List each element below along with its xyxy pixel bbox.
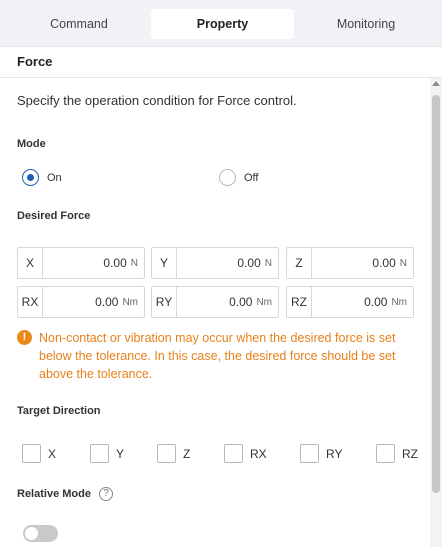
toggle-knob <box>25 527 38 540</box>
target-x-checkbox[interactable]: X <box>22 444 56 463</box>
checkbox-box <box>90 444 109 463</box>
force-y-field[interactable]: Y 0.00 N <box>151 247 279 279</box>
target-rx-checkbox[interactable]: RX <box>224 444 267 463</box>
force-z-input[interactable]: 0.00 <box>372 256 395 270</box>
field-axis-label: RY <box>152 287 177 317</box>
divider <box>0 77 442 78</box>
property-panel: Force Specify the operation condition fo… <box>0 46 442 547</box>
mode-label: Mode <box>17 138 46 150</box>
tab-property[interactable]: Property <box>151 9 294 39</box>
field-unit: N <box>264 257 272 269</box>
field-unit: Nm <box>391 296 407 308</box>
force-x-field[interactable]: X 0.00 N <box>17 247 145 279</box>
checkbox-label: RY <box>326 446 343 461</box>
target-z-checkbox[interactable]: Z <box>157 444 190 463</box>
target-rz-checkbox[interactable]: RZ <box>376 444 418 463</box>
field-axis-label: Z <box>287 248 312 278</box>
warning-icon: ! <box>17 330 32 345</box>
panel-title: Force <box>17 54 53 69</box>
checkbox-label: Z <box>183 446 191 461</box>
field-unit: Nm <box>256 296 272 308</box>
force-y-input[interactable]: 0.00 <box>237 256 260 270</box>
mode-off-radio[interactable]: Off <box>219 169 258 186</box>
checkbox-box <box>376 444 395 463</box>
force-rz-input[interactable]: 0.00 <box>364 295 387 309</box>
mode-on-radio[interactable]: On <box>22 169 62 186</box>
force-rx-field[interactable]: RX 0.00 Nm <box>17 286 145 318</box>
scroll-up-arrow-icon[interactable] <box>432 81 440 86</box>
field-unit: N <box>130 257 138 269</box>
tab-bar: Command Property Monitoring <box>0 0 442 46</box>
field-axis-label: X <box>18 248 43 278</box>
radio-unselected-icon <box>219 169 236 186</box>
force-z-field[interactable]: Z 0.00 N <box>286 247 414 279</box>
checkbox-label: RZ <box>402 446 418 461</box>
help-icon[interactable]: ? <box>99 487 113 501</box>
mode-off-label: Off <box>244 171 259 184</box>
desired-force-label: Desired Force <box>17 210 91 222</box>
target-y-checkbox[interactable]: Y <box>90 444 124 463</box>
checkbox-label: RX <box>250 446 267 461</box>
force-ry-input[interactable]: 0.00 <box>229 295 252 309</box>
field-unit: N <box>399 257 407 269</box>
field-axis-label: RZ <box>287 287 312 317</box>
warning-message: ! Non-contact or vibration may occur whe… <box>17 329 417 383</box>
target-ry-checkbox[interactable]: RY <box>300 444 342 463</box>
force-ry-field[interactable]: RY 0.00 Nm <box>151 286 279 318</box>
checkbox-box <box>300 444 319 463</box>
scrollbar-thumb[interactable] <box>432 95 440 493</box>
checkbox-box <box>22 444 41 463</box>
field-unit: Nm <box>122 296 138 308</box>
force-rz-field[interactable]: RZ 0.00 Nm <box>286 286 414 318</box>
warning-text: Non-contact or vibration may occur when … <box>39 331 396 381</box>
tab-command[interactable]: Command <box>8 9 150 39</box>
target-direction-label: Target Direction <box>17 405 101 417</box>
force-rx-input[interactable]: 0.00 <box>95 295 118 309</box>
force-x-input[interactable]: 0.00 <box>103 256 126 270</box>
relative-mode-label: Relative Mode <box>17 488 91 500</box>
checkbox-box <box>224 444 243 463</box>
relative-mode-toggle[interactable] <box>23 525 58 542</box>
checkbox-box <box>157 444 176 463</box>
checkbox-label: X <box>48 446 57 461</box>
radio-selected-icon <box>22 169 39 186</box>
field-axis-label: Y <box>152 248 177 278</box>
panel-description: Specify the operation condition for Forc… <box>17 93 297 108</box>
mode-on-label: On <box>47 171 62 184</box>
checkbox-label: Y <box>116 446 125 461</box>
field-axis-label: RX <box>18 287 43 317</box>
tab-monitoring[interactable]: Monitoring <box>295 9 437 39</box>
